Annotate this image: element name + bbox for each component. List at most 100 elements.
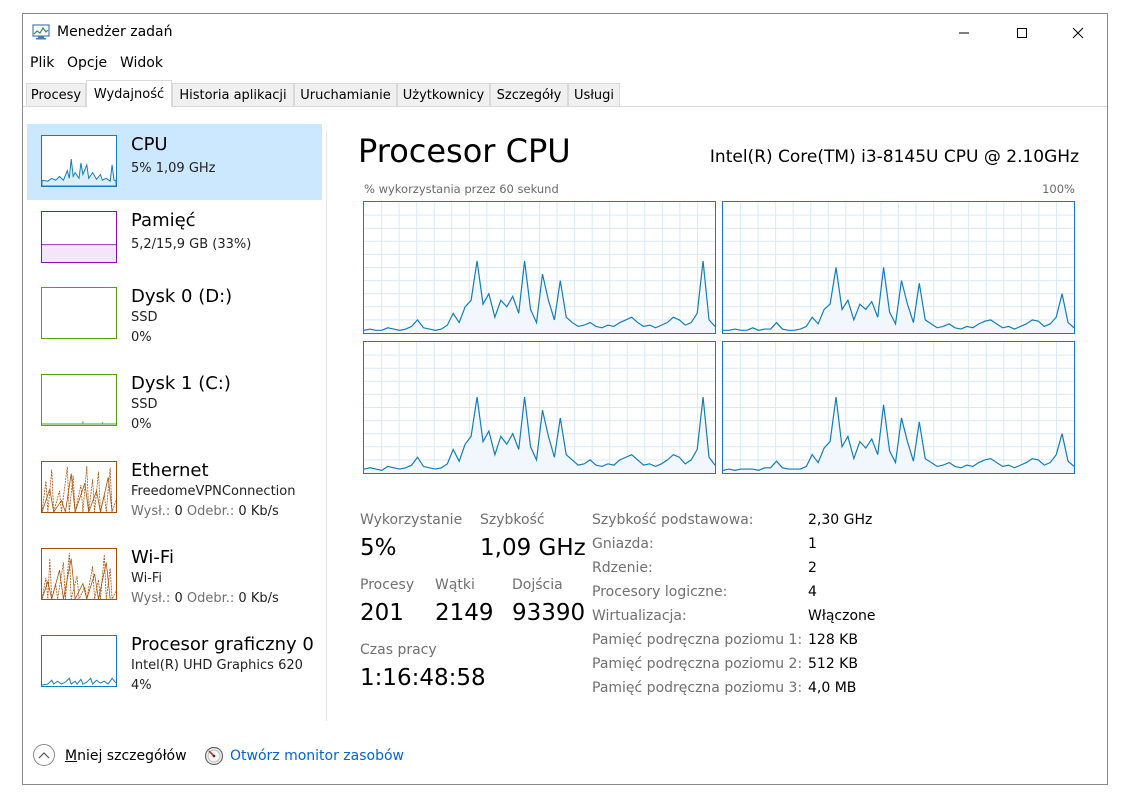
- send-value: 0: [174, 504, 183, 519]
- footer-bar: Mniej szczegółów Otwórz monitor zasobów: [23, 736, 1107, 776]
- sidebar-item-title: Procesor graficzny 0: [131, 634, 314, 655]
- tab-startup[interactable]: Uruchamianie: [294, 83, 397, 106]
- sidebar-item-title: CPU: [131, 134, 168, 155]
- window-title: Menedżer zadań: [57, 24, 173, 40]
- sidebar-item-title: Ethernet: [131, 460, 209, 481]
- spec-label: Pamięć podręczna poziomu 2:: [592, 656, 803, 672]
- title-bar[interactable]: Menedżer zadań: [23, 14, 1107, 52]
- speed-value: 1,09 GHz: [480, 535, 586, 561]
- sidebar-item-wifi[interactable]: Wi-Fi Wi-Fi Wysł.: 0 Odebr.: 0 Kb/s: [27, 537, 322, 613]
- sidebar-item-model: Intel(R) UHD Graphics 620: [131, 658, 303, 673]
- spec-label: Pamięć podręczna poziomu 1:: [592, 632, 803, 648]
- sidebar-item-type: SSD: [131, 397, 158, 412]
- sidebar-item-detail: Wysł.: 0 Odebr.: 0 Kb/s: [131, 591, 279, 606]
- threads-value: 2149: [435, 600, 494, 626]
- spec-value: 2: [808, 560, 817, 576]
- close-icon: [1072, 27, 1084, 39]
- spec-label: Pamięć podręczna poziomu 3:: [592, 680, 803, 696]
- spec-label: Procesory logiczne:: [592, 584, 728, 600]
- sidebar-item-detail: 4%: [131, 678, 152, 693]
- menu-view[interactable]: Widok: [120, 55, 163, 71]
- sidebar-item-disk-1[interactable]: Dysk 1 (C:) SSD 0%: [27, 363, 322, 439]
- task-manager-window: Menedżer zadań Plik Opcje Widok Procesy …: [22, 13, 1108, 785]
- sidebar-item-disk-0[interactable]: Dysk 0 (D:) SSD 0%: [27, 276, 322, 352]
- tab-strip: Procesy Wydajność Historia aplikacji Uru…: [23, 80, 1107, 107]
- spec-label: Gniazda:: [592, 536, 654, 552]
- menu-file[interactable]: Plik: [30, 55, 54, 71]
- usage-label: Wykorzystanie: [360, 512, 463, 528]
- tab-details[interactable]: Szczegóły: [490, 83, 568, 106]
- core-graph-2: [363, 341, 716, 474]
- core-graph-3: [722, 341, 1075, 474]
- send-value: 0: [174, 591, 183, 606]
- sidebar-item-type: SSD: [131, 310, 158, 325]
- receive-label: Odebr.:: [186, 504, 235, 519]
- uptime-value: 1:16:48:58: [360, 665, 486, 691]
- speed-label: Szybkość: [480, 512, 545, 528]
- spec-value: 128 KB: [808, 632, 858, 648]
- tab-performance[interactable]: Wydajność: [86, 80, 172, 107]
- send-label: Wysł.:: [131, 504, 171, 519]
- sidebar-item-cpu[interactable]: CPU 5% 1,09 GHz: [27, 124, 322, 200]
- maximize-button[interactable]: [993, 14, 1051, 52]
- spec-label: Szybkość podstawowa:: [592, 512, 754, 528]
- handles-label: Dojścia: [512, 577, 563, 593]
- sidebar-item-detail: Wysł.: 0 Odebr.: 0 Kb/s: [131, 504, 279, 519]
- close-button[interactable]: [1049, 14, 1107, 52]
- core-graph-1: [722, 201, 1075, 334]
- page-title: Procesor CPU: [358, 132, 571, 170]
- spec-value: 512 KB: [808, 656, 858, 672]
- open-resource-monitor-link[interactable]: Otwórz monitor zasobów: [230, 748, 404, 764]
- spec-label: Rdzenie:: [592, 560, 653, 576]
- processes-value: 201: [360, 600, 404, 626]
- receive-value: 0 Kb/s: [238, 504, 279, 519]
- resource-monitor-icon: [204, 746, 224, 766]
- spec-label: Wirtualizacja:: [592, 608, 687, 624]
- sidebar-item-title: Wi-Fi: [131, 547, 174, 568]
- spec-value: Włączone: [808, 608, 876, 624]
- graph-max-label: 100%: [1042, 182, 1075, 196]
- chevron-up-icon: [38, 752, 50, 759]
- sidebar-item-memory[interactable]: Pamięć 5,2/15,9 GB (33%): [27, 200, 322, 276]
- sidebar-item-connection: Wi-Fi: [131, 571, 163, 586]
- gpu-thumbnail-graph: [41, 635, 117, 687]
- menu-options[interactable]: Opcje: [67, 55, 107, 71]
- send-label: Wysł.:: [131, 591, 171, 606]
- spec-value: 4,0 MB: [808, 680, 857, 696]
- cpu-detail-panel: Procesor CPU Intel(R) Core(TM) i3-8145U …: [327, 107, 1107, 721]
- disk-1-thumbnail-graph: [41, 374, 117, 426]
- disk-0-thumbnail-graph: [41, 287, 117, 339]
- menu-bar: Plik Opcje Widok: [23, 52, 1107, 76]
- tab-processes[interactable]: Procesy: [26, 83, 86, 106]
- sidebar-item-title: Dysk 0 (D:): [131, 286, 233, 307]
- tab-app-history[interactable]: Historia aplikacji: [172, 83, 294, 106]
- graph-caption: % wykorzystania przez 60 sekund: [364, 182, 559, 196]
- maximize-icon: [1017, 28, 1027, 38]
- cpu-model: Intel(R) Core(TM) i3-8145U CPU @ 2.10GHz: [709, 147, 1079, 167]
- sidebar-item-detail: 0%: [131, 330, 152, 345]
- sidebar-item-gpu[interactable]: Procesor graficzny 0 Intel(R) UHD Graphi…: [27, 624, 322, 700]
- spec-value: 2,30 GHz: [808, 512, 873, 528]
- task-manager-icon: [32, 24, 50, 40]
- minimize-button[interactable]: [935, 14, 993, 52]
- fewer-details-button[interactable]: [33, 744, 55, 766]
- processes-label: Procesy: [360, 577, 415, 593]
- core-graph-0: [363, 201, 716, 334]
- sidebar-item-detail: 5,2/15,9 GB (33%): [131, 237, 252, 252]
- ethernet-thumbnail-graph: [41, 461, 117, 513]
- spec-value: 1: [808, 536, 817, 552]
- performance-sidebar: CPU 5% 1,09 GHz Pamięć 5,2/15,9 GB (33%)…: [23, 107, 326, 721]
- fewer-details-label: niej szczegółów: [77, 748, 187, 764]
- uptime-label: Czas pracy: [360, 642, 437, 658]
- fewer-details-link[interactable]: Mniej szczegółów: [65, 748, 187, 764]
- sidebar-item-detail: 0%: [131, 417, 152, 432]
- receive-label: Odebr.:: [186, 591, 235, 606]
- sidebar-item-ethernet[interactable]: Ethernet FreedomeVPNConnection Wysł.: 0 …: [27, 450, 322, 526]
- sidebar-item-connection: FreedomeVPNConnection: [131, 484, 296, 499]
- tab-services[interactable]: Usługi: [568, 83, 620, 106]
- handles-value: 93390: [512, 600, 586, 626]
- sidebar-item-title: Pamięć: [131, 210, 196, 231]
- wifi-thumbnail-graph: [41, 548, 117, 600]
- tab-users[interactable]: Użytkownicy: [397, 83, 490, 106]
- receive-value: 0 Kb/s: [238, 591, 279, 606]
